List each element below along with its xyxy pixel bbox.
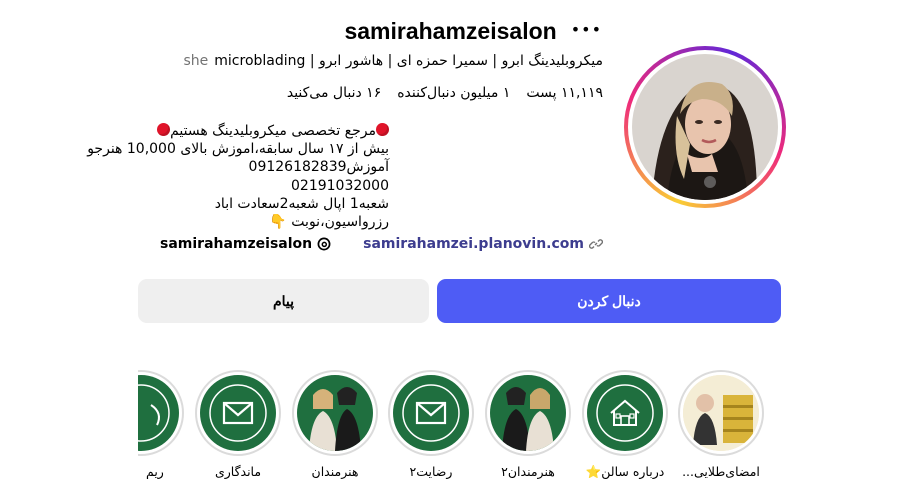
- username-row: samirahamzeisalon •••: [344, 18, 602, 45]
- bio-headline-text: میکروبلیدینگ ابرو | سمیرا حمزه ای | هاشو…: [214, 53, 603, 69]
- highlight-label: رضایت۲: [409, 464, 453, 479]
- red-circle-icon: [157, 123, 171, 136]
- following-count[interactable]: ۱۶ دنبال می‌کنید: [287, 85, 381, 101]
- highlight-item[interactable]: امضای‌طلایی...: [678, 370, 764, 479]
- bio-line-5: شعبه1 اپال شعبه2سعادت اباد: [214, 195, 389, 212]
- avatar[interactable]: [632, 54, 778, 200]
- highlight-cover: [138, 375, 179, 451]
- threads-link[interactable]: samirahamzeisalon: [160, 236, 331, 252]
- highlight-label: ریم: [146, 464, 164, 479]
- red-circle-icon: [376, 123, 389, 136]
- highlight-item[interactable]: رضایت۲: [388, 370, 474, 479]
- profile-links: samirahamzeisalon samirahamzei.planovin.…: [160, 236, 603, 252]
- more-horizontal-icon[interactable]: •••: [571, 20, 602, 39]
- highlights-tray: امضای‌طلایی... درباره سالن⭐ هنرمندان۲ رض…: [138, 370, 781, 490]
- highlight-item[interactable]: هنرمندان: [292, 370, 378, 479]
- story-ring[interactable]: [624, 46, 786, 208]
- bio: مرجع تخصصی میکروبلیدینگ هستیم بیش از ۱۷ …: [87, 122, 389, 231]
- message-button[interactable]: پیام: [138, 279, 429, 323]
- mail-icon: [209, 384, 267, 442]
- highlight-cover: [393, 375, 469, 451]
- highlight-label: درباره سالن⭐: [585, 464, 665, 479]
- profile-stats: ۱۱,۱۱۹ پست ۱ میلیون دنبال‌کننده ۱۶ دنبال…: [287, 85, 603, 101]
- link-icon: [589, 239, 603, 249]
- website-url: samirahamzei.planovin.com: [363, 236, 584, 252]
- highlight-label: ماندگاری: [214, 464, 262, 479]
- pointing-hand-icon: 👇: [269, 214, 287, 231]
- highlight-cover: [200, 375, 276, 451]
- highlight-label: هنرمندان۲: [501, 464, 555, 479]
- house-icon: [596, 384, 654, 442]
- bio-headline: میکروبلیدینگ ابرو | سمیرا حمزه ای | هاشو…: [183, 53, 603, 69]
- highlight-cover: [297, 375, 373, 451]
- highlight-cover: [683, 375, 759, 451]
- bio-line-2: بیش از ۱۷ سال سابقه،اموزش بالای 10,000 ه…: [87, 141, 389, 158]
- followers-count[interactable]: ۱ میلیون دنبال‌کننده: [397, 85, 510, 101]
- bio-line-6: رزرواسیون،نوبت 👇: [269, 214, 389, 231]
- bio-line-4: 02191032000: [291, 177, 389, 194]
- bio-line-3: آموزش09126182839: [248, 159, 389, 176]
- highlight-label: امضای‌طلایی...: [682, 464, 760, 479]
- threads-icon: [317, 237, 331, 251]
- posts-count[interactable]: ۱۱,۱۱۹ پست: [526, 85, 603, 101]
- follow-button[interactable]: دنبال کردن: [437, 279, 781, 323]
- mail-icon: [402, 384, 460, 442]
- highlight-label: هنرمندان: [311, 464, 359, 479]
- website-link[interactable]: samirahamzei.planovin.com: [363, 236, 603, 252]
- threads-handle: samirahamzeisalon: [160, 236, 313, 252]
- bio-line-1: مرجع تخصصی میکروبلیدینگ هستیم: [87, 122, 389, 140]
- highlight-cover: [490, 375, 566, 451]
- highlight-item[interactable]: ریم: [138, 370, 184, 479]
- highlight-item[interactable]: درباره سالن⭐: [582, 370, 668, 480]
- highlight-item[interactable]: ماندگاری: [195, 370, 281, 479]
- profile-username: samirahamzeisalon: [344, 18, 557, 44]
- pronouns: she: [183, 53, 209, 69]
- highlight-cover: [587, 375, 663, 451]
- highlight-item[interactable]: هنرمندان۲: [485, 370, 571, 479]
